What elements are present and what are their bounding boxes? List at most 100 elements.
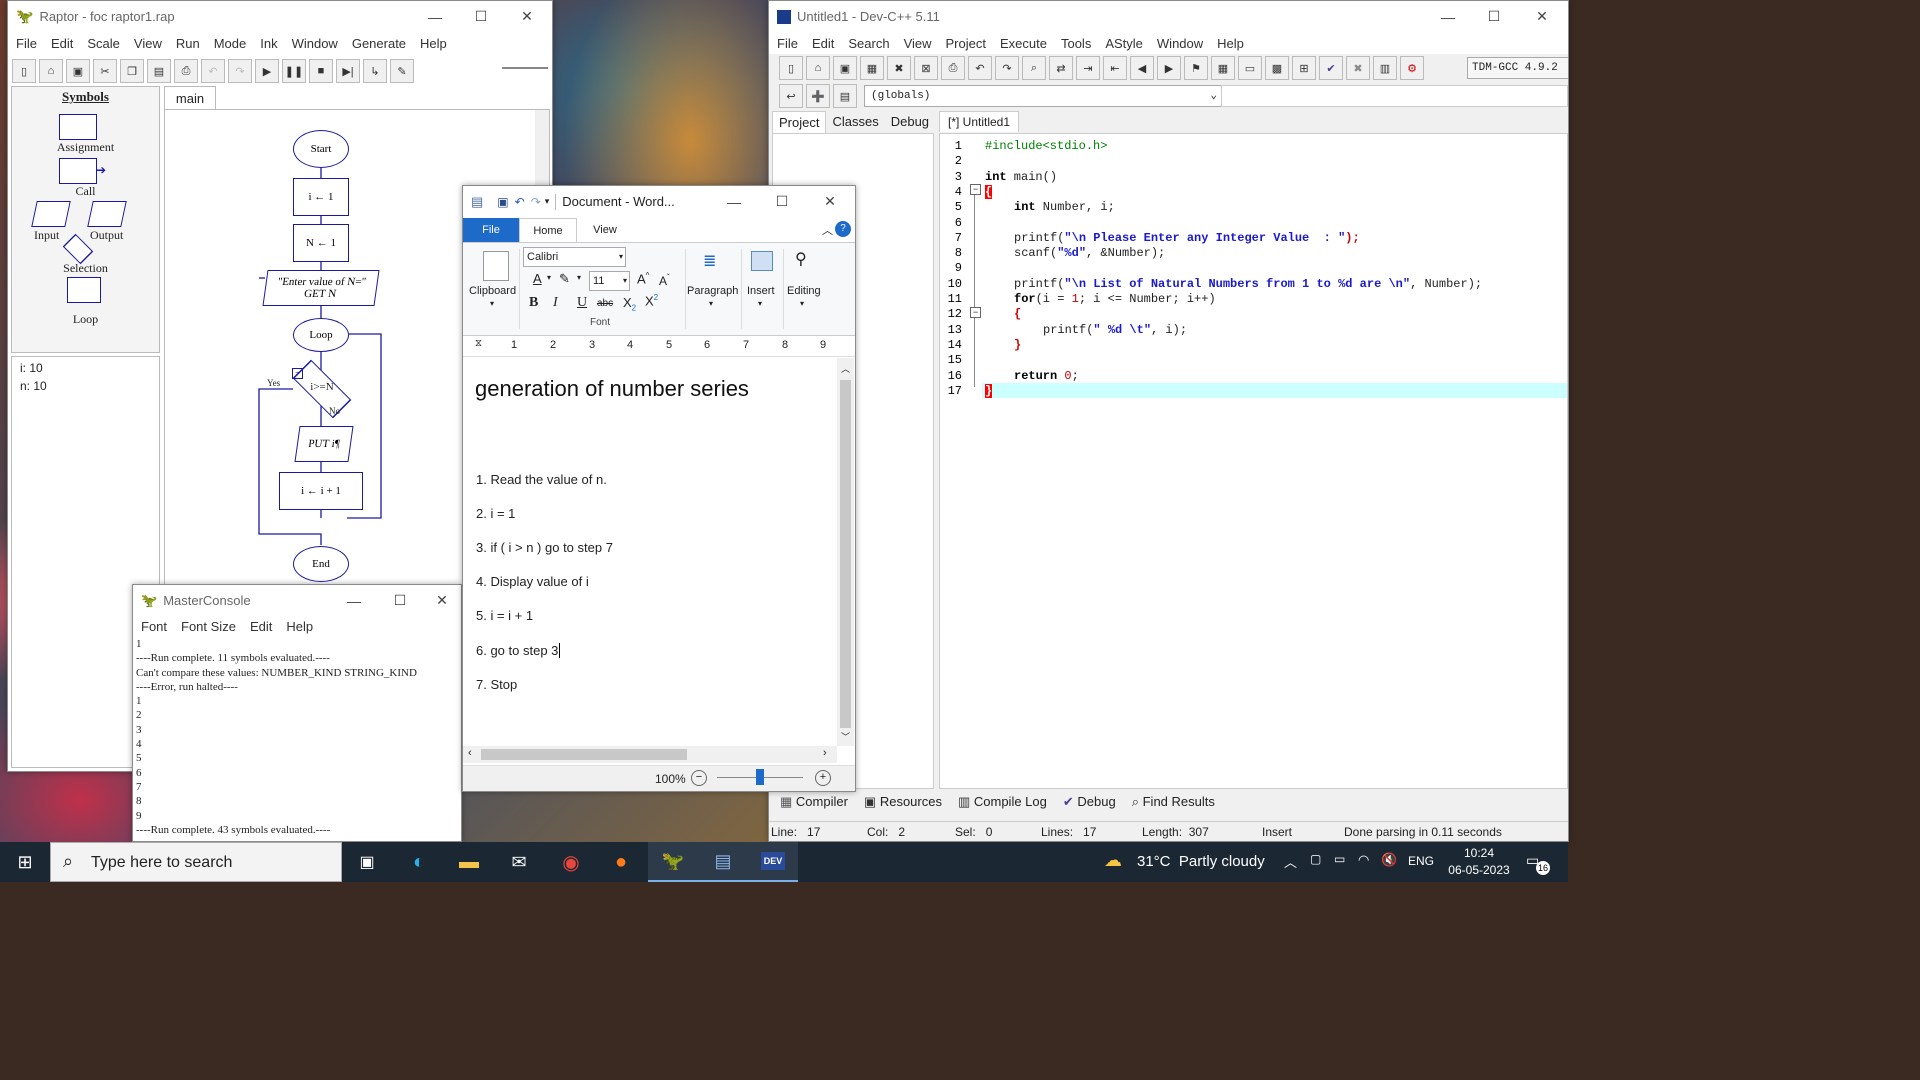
file-explorer-icon[interactable]: ▬ bbox=[444, 842, 494, 882]
replace-icon[interactable]: ⇄ bbox=[1049, 56, 1073, 80]
zoom-slider-thumb[interactable] bbox=[756, 769, 764, 785]
font-color-icon[interactable]: A bbox=[533, 271, 542, 286]
menu-astyle[interactable]: AStyle bbox=[1098, 36, 1150, 51]
tab-file[interactable]: File bbox=[463, 218, 519, 242]
tab-compiler[interactable]: ▦ Compiler bbox=[772, 794, 856, 810]
save-icon[interactable]: ▣ bbox=[66, 59, 90, 83]
tab-debug-bottom[interactable]: ✔ Debug bbox=[1055, 794, 1124, 810]
font-name-select[interactable]: Calibri ▾ bbox=[523, 247, 626, 267]
underline-icon[interactable]: U bbox=[577, 295, 587, 311]
close-all-icon[interactable]: ⊠ bbox=[914, 56, 938, 80]
bookmark-icon[interactable]: ⚑ bbox=[1184, 56, 1208, 80]
document-area[interactable]: generation of number series 1. Read the … bbox=[463, 358, 837, 740]
raptor-titlebar[interactable]: 🦖 Raptor - foc raptor1.rap — ☐ ✕ bbox=[8, 1, 552, 32]
tab-debug[interactable]: Debug bbox=[885, 111, 935, 133]
flow-assign-i[interactable]: i ← 1 bbox=[293, 178, 349, 216]
indent-icon[interactable]: ⇥ bbox=[1076, 56, 1100, 80]
menu-window[interactable]: Window bbox=[1150, 36, 1210, 51]
collapse-ribbon-icon[interactable]: ︿ bbox=[822, 218, 833, 242]
firefox-icon[interactable]: ● bbox=[596, 842, 646, 882]
flow-output[interactable]: PUT i¶ bbox=[294, 426, 354, 462]
debug-icon[interactable]: ⚙ bbox=[1400, 56, 1424, 80]
qat-dropdown-icon[interactable]: ▾ bbox=[545, 196, 550, 207]
redo-icon[interactable]: ↷ bbox=[228, 59, 252, 83]
insert-button[interactable]: Insert bbox=[747, 285, 775, 297]
raptor-taskbar-icon[interactable]: 🦖 bbox=[648, 842, 698, 882]
indent-marker-icon[interactable]: ⧖ bbox=[475, 338, 482, 349]
fold-icon[interactable]: − bbox=[970, 184, 981, 195]
globals-select[interactable]: (globals) ⌄ bbox=[864, 85, 1224, 107]
open-folder-icon[interactable]: ⌂ bbox=[39, 59, 63, 83]
horizontal-scrollbar[interactable]: ‹ › bbox=[463, 746, 837, 763]
close-icon[interactable]: ✕ bbox=[1519, 1, 1565, 32]
italic-icon[interactable]: I bbox=[553, 295, 558, 311]
paste-icon[interactable]: ▤ bbox=[147, 59, 171, 83]
print-icon[interactable]: ⎙ bbox=[941, 56, 965, 80]
menu-edit[interactable]: Edit bbox=[805, 36, 841, 51]
menu-file[interactable]: File bbox=[770, 36, 805, 51]
flow-end[interactable]: End bbox=[293, 546, 349, 582]
tab-view[interactable]: View bbox=[577, 218, 633, 242]
tab-resources[interactable]: ▣ Resources bbox=[856, 794, 950, 810]
maximize-icon[interactable]: ☐ bbox=[759, 186, 805, 217]
cut-icon[interactable]: ✂ bbox=[93, 59, 117, 83]
unindent-icon[interactable]: ⇤ bbox=[1103, 56, 1127, 80]
minimize-icon[interactable]: — bbox=[1425, 1, 1471, 32]
menu-project[interactable]: Project bbox=[939, 36, 993, 51]
vertical-scrollbar[interactable]: ︿ ﹀ bbox=[837, 358, 854, 746]
undo-icon[interactable]: ↶ bbox=[515, 195, 525, 209]
chevron-up-icon[interactable]: ︿ bbox=[1284, 852, 1297, 871]
scroll-thumb[interactable] bbox=[840, 380, 851, 728]
subscript-icon[interactable]: X2 bbox=[623, 295, 636, 313]
save-icon[interactable]: ▣ bbox=[833, 56, 857, 80]
ruler[interactable]: ⧖ 1 2 3 4 5 6 7 8 9 bbox=[463, 336, 855, 357]
tab-compile-log[interactable]: ▥ Compile Log bbox=[950, 794, 1055, 810]
call-symbol[interactable] bbox=[59, 158, 97, 184]
battery-icon[interactable]: ▭ bbox=[1334, 852, 1345, 866]
tab-home[interactable]: Home bbox=[519, 218, 577, 242]
paragraph-button[interactable]: Paragraph bbox=[687, 285, 738, 297]
maximize-icon[interactable]: ☐ bbox=[377, 585, 423, 616]
bold-icon[interactable]: B bbox=[529, 295, 538, 311]
mail-icon[interactable]: ✉ bbox=[494, 842, 544, 882]
loop-symbol[interactable] bbox=[67, 277, 101, 303]
weather-icon[interactable]: ☁ bbox=[1104, 850, 1122, 871]
save-all-icon[interactable]: ▦ bbox=[860, 56, 884, 80]
members-select[interactable] bbox=[1221, 85, 1568, 107]
input-symbol[interactable] bbox=[31, 201, 71, 227]
highlight-icon[interactable]: ✎ bbox=[559, 271, 570, 287]
undo-icon[interactable]: ↶ bbox=[201, 59, 225, 83]
clipboard-label[interactable]: Clipboard bbox=[469, 285, 516, 297]
device-icon[interactable]: ▢ bbox=[1310, 852, 1321, 866]
scroll-right-icon[interactable]: › bbox=[823, 747, 827, 759]
minimize-icon[interactable]: — bbox=[331, 585, 377, 616]
output-symbol[interactable] bbox=[87, 201, 127, 227]
menu-generate[interactable]: Generate bbox=[345, 36, 413, 51]
hscroll-thumb[interactable] bbox=[481, 749, 687, 760]
maximize-icon[interactable]: ☐ bbox=[458, 1, 504, 32]
weather-text[interactable]: 31°C Partly cloudy bbox=[1137, 853, 1265, 870]
pen-icon[interactable]: ✎ bbox=[390, 59, 414, 83]
menu-help[interactable]: Help bbox=[1210, 36, 1251, 51]
menu-help[interactable]: Help bbox=[413, 36, 454, 51]
menu-ink[interactable]: Ink bbox=[253, 36, 284, 51]
menu-view[interactable]: View bbox=[897, 36, 939, 51]
find-icon[interactable]: ⌕ bbox=[1022, 56, 1046, 80]
zoom-out-icon[interactable]: − bbox=[691, 770, 707, 786]
chart-icon[interactable]: ▥ bbox=[1373, 56, 1397, 80]
help-icon[interactable]: ? bbox=[835, 221, 851, 237]
copy-icon[interactable]: ❐ bbox=[120, 59, 144, 83]
tab-main[interactable]: main bbox=[164, 86, 216, 109]
tab-find-results[interactable]: ⌕ Find Results bbox=[1124, 794, 1223, 810]
edge-icon[interactable]: ◐ bbox=[394, 842, 444, 882]
chrome-icon[interactable]: ◉ bbox=[546, 842, 596, 882]
wifi-icon[interactable]: ◠ bbox=[1358, 852, 1369, 868]
step-icon[interactable]: ▶| bbox=[336, 59, 360, 83]
selection-symbol[interactable] bbox=[62, 233, 94, 265]
menu-edit[interactable]: Edit bbox=[243, 619, 279, 634]
insert-picture-icon[interactable] bbox=[751, 251, 773, 271]
zoom-in-icon[interactable]: + bbox=[815, 770, 831, 786]
new-file-icon[interactable]: ▯ bbox=[12, 59, 36, 83]
wordpad-taskbar-icon[interactable]: ▤ bbox=[698, 842, 748, 882]
menu-window[interactable]: Window bbox=[285, 36, 345, 51]
